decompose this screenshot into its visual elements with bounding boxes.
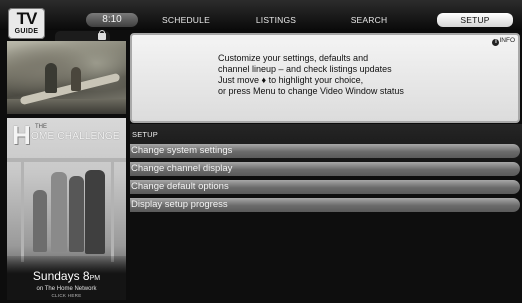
ad-title-initial: H: [12, 120, 31, 150]
ad-frame-post: [21, 162, 24, 262]
tv-guide-logo: TV GUIDE: [8, 8, 45, 39]
ad-the-label: THE: [35, 124, 47, 130]
menu-item-channel-display[interactable]: Change channel display: [130, 162, 520, 176]
menu-item-default-options[interactable]: Change default options: [130, 180, 520, 194]
clock-display: 8:10: [86, 13, 138, 27]
top-nav-bar: 8:10 SCHEDULE LISTINGS SEARCH SETUP: [0, 0, 522, 30]
section-label: SETUP: [132, 130, 159, 139]
menu-item-setup-progress[interactable]: Display setup progress: [130, 198, 520, 212]
video-window[interactable]: [7, 41, 126, 114]
info-line: channel lineup – and check listings upda…: [218, 64, 392, 74]
setup-menu: SETUP Change system settings Change chan…: [130, 124, 522, 303]
tab-listings[interactable]: LISTINGS: [238, 13, 314, 27]
info-panel: i INFO Customize your settings, defaults …: [130, 33, 520, 123]
video-person: [45, 63, 57, 93]
ad-network: on The Home Network: [36, 286, 97, 292]
info-line: Customize your settings, defaults and: [218, 53, 369, 63]
ad-person: [69, 176, 84, 252]
tab-schedule[interactable]: SCHEDULE: [148, 13, 224, 27]
menu-item-system-settings[interactable]: Change system settings: [130, 144, 520, 158]
info-line: or press Menu to change Video Window sta…: [218, 86, 404, 96]
info-line: Just move ♦ to highlight your choice,: [218, 75, 364, 85]
ad-frame-post: [111, 162, 114, 262]
info-label: INFO: [499, 37, 515, 44]
info-button[interactable]: i INFO: [492, 37, 515, 46]
info-description: Customize your settings, defaults and ch…: [218, 53, 498, 97]
ad-person: [33, 190, 47, 252]
ad-person: [85, 170, 105, 254]
ad-title: OME CHALLENGE: [31, 131, 120, 142]
ad-frame-beam: [7, 158, 126, 162]
ad-banner[interactable]: H THE OME CHALLENGE Sundays 8PM on The H…: [7, 118, 126, 300]
video-person-2: [71, 67, 81, 91]
ad-airtime: Sundays 8PM: [32, 269, 101, 283]
ad-click-here[interactable]: CLICK HERE: [7, 293, 126, 299]
lock-icon: [98, 30, 106, 40]
tab-setup[interactable]: SETUP: [437, 13, 513, 27]
ad-person: [51, 172, 67, 252]
tab-search[interactable]: SEARCH: [331, 13, 407, 27]
logo-guide-text: GUIDE: [14, 28, 39, 35]
ad-footer: Sundays 8PM on The Home Network CLICK HE…: [7, 256, 126, 300]
logo-tv-text: TV: [16, 9, 38, 28]
